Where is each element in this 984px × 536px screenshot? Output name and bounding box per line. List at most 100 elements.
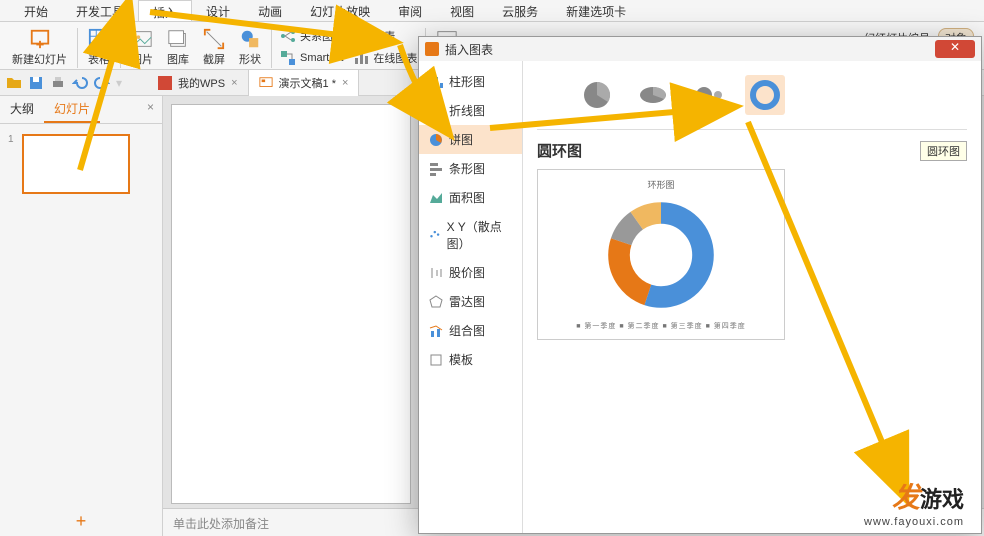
- area-chart-icon: [429, 191, 443, 205]
- donut-legend: ■ 第一季度 ■ 第二季度 ■ 第三季度 ■ 第四季度: [576, 321, 746, 331]
- column-chart-icon: [429, 75, 443, 89]
- cat-bar[interactable]: 条形图: [419, 154, 522, 183]
- relations-label: 关系图: [300, 28, 333, 44]
- dialog-titlebar[interactable]: 插入图表 ✕: [419, 37, 981, 61]
- slide-thumb-1[interactable]: 1: [8, 134, 154, 194]
- menu-review[interactable]: 审阅: [384, 0, 436, 21]
- gallery-label: 图库: [167, 51, 189, 67]
- menu-animation[interactable]: 动画: [244, 0, 296, 21]
- slide-number: 1: [8, 134, 16, 194]
- chart-button[interactable]: 图表: [349, 26, 421, 46]
- cat-template[interactable]: 模板: [419, 345, 522, 374]
- watermark-logo: 发游戏: [864, 476, 964, 516]
- menu-cloud[interactable]: 云服务: [488, 0, 552, 21]
- dialog-app-icon: [425, 42, 439, 56]
- slide-thumbnails: 1: [0, 124, 162, 506]
- scatter-chart-icon: [429, 228, 441, 242]
- cat-scatter[interactable]: X Y（散点图）: [419, 212, 522, 258]
- online-chart-icon: [353, 50, 369, 66]
- tab-outline[interactable]: 大纲: [0, 96, 44, 123]
- subtype-pie-3d[interactable]: [633, 75, 673, 115]
- stock-chart-icon: [429, 266, 443, 280]
- pie-subtype-row: [537, 71, 967, 125]
- slide-panel-tabs: 大纲 幻灯片 ×: [0, 96, 162, 124]
- chart-category-list: 柱形图 折线图 饼图 条形图 面积图 X Y（散点图） 股价图 雷达图 组合图 …: [419, 61, 523, 533]
- smartart-icon: [280, 50, 296, 66]
- cat-radar[interactable]: 雷达图: [419, 287, 522, 316]
- wps-icon: [158, 76, 172, 90]
- preview-heading: 圆环图 圆环图: [537, 138, 967, 169]
- doc-tab-wps[interactable]: 我的WPS ×: [148, 70, 249, 96]
- chart-label: 图表: [373, 28, 395, 44]
- screenshot-button[interactable]: 截屏: [197, 26, 231, 69]
- dialog-title-text: 插入图表: [445, 41, 493, 58]
- smartart-button[interactable]: SmartArt: [276, 48, 347, 68]
- shapes-icon: [239, 28, 261, 50]
- combo-chart-icon: [429, 324, 443, 338]
- menu-insert[interactable]: 插入: [138, 0, 192, 21]
- redo-icon[interactable]: [94, 75, 110, 91]
- close-icon[interactable]: ×: [342, 77, 348, 89]
- subtype-tooltip: 圆环图: [920, 141, 967, 161]
- menu-start[interactable]: 开始: [10, 0, 62, 21]
- gallery-button[interactable]: 图库: [161, 26, 195, 69]
- subtype-pie-of-pie[interactable]: [689, 75, 729, 115]
- close-icon[interactable]: ×: [231, 77, 237, 89]
- cat-line[interactable]: 折线图: [419, 96, 522, 125]
- open-icon[interactable]: [6, 75, 22, 91]
- pie-chart-icon: [429, 133, 443, 147]
- menu-newtab[interactable]: 新建选项卡: [552, 0, 640, 21]
- chart-icon: [353, 28, 369, 44]
- slide-panel: 大纲 幻灯片 × 1 +: [0, 96, 163, 536]
- subtype-pie[interactable]: [577, 75, 617, 115]
- cat-stock[interactable]: 股价图: [419, 258, 522, 287]
- doc-tab-current[interactable]: 演示文稿1 * ×: [249, 70, 360, 96]
- cat-column[interactable]: 柱形图: [419, 67, 522, 96]
- top-menubar: 开始 开发工具 插入 设计 动画 幻灯片放映 审阅 视图 云服务 新建选项卡: [0, 0, 984, 22]
- menu-slideshow[interactable]: 幻灯片放映: [296, 0, 384, 21]
- line-chart-icon: [429, 104, 443, 118]
- add-slide-button[interactable]: +: [0, 506, 162, 536]
- new-slide-button[interactable]: 新建幻灯片: [6, 26, 73, 69]
- new-slide-icon: [29, 28, 51, 50]
- pres-icon: [259, 76, 273, 90]
- table-label: 表格: [88, 51, 110, 67]
- subtype-donut[interactable]: [745, 75, 785, 115]
- online-chart-label: 在线图表: [373, 50, 417, 66]
- site-watermark: 发游戏 www.fayouxi.com: [864, 476, 964, 528]
- chart-preview: 环形图 ■ 第一季度 ■ 第二季度 ■ 第三季度 ■ 第四季度: [537, 169, 785, 340]
- online-chart-button[interactable]: 在线图表: [349, 48, 421, 68]
- current-slide[interactable]: [171, 104, 411, 504]
- panel-close-icon[interactable]: ×: [139, 96, 162, 123]
- insert-chart-dialog: 插入图表 ✕ 柱形图 折线图 饼图 条形图 面积图 X Y（散点图） 股价图 雷…: [418, 36, 982, 534]
- radar-chart-icon: [429, 295, 443, 309]
- image-button[interactable]: 图片: [125, 26, 159, 69]
- chart-subtype-panel: 圆环图 圆环图 环形图 ■ 第一季度 ■ 第二季度: [523, 61, 981, 533]
- cat-area[interactable]: 面积图: [419, 183, 522, 212]
- cat-pie[interactable]: 饼图: [419, 125, 522, 154]
- menu-devtools[interactable]: 开发工具: [62, 0, 138, 21]
- screenshot-icon: [203, 28, 225, 50]
- print-icon[interactable]: [50, 75, 66, 91]
- tab-slides[interactable]: 幻灯片: [44, 96, 100, 123]
- save-icon[interactable]: [28, 75, 44, 91]
- menu-design[interactable]: 设计: [192, 0, 244, 21]
- donut-title: 环形图: [647, 178, 674, 191]
- watermark-url: www.fayouxi.com: [864, 516, 964, 528]
- undo-icon[interactable]: [72, 75, 88, 91]
- relations-icon: [280, 28, 296, 44]
- preview-title-text: 圆环图: [537, 140, 582, 161]
- screenshot-label: 截屏: [203, 51, 225, 67]
- smartart-label: SmartArt: [300, 52, 343, 64]
- gallery-icon: [167, 28, 189, 50]
- document-tabs: 我的WPS × 演示文稿1 * ×: [148, 70, 359, 96]
- dialog-close-button[interactable]: ✕: [935, 40, 975, 58]
- doc-tab-current-label: 演示文稿1 *: [279, 75, 336, 91]
- table-button[interactable]: 表格: [82, 26, 116, 69]
- relations-button[interactable]: 关系图: [276, 26, 347, 46]
- menu-view[interactable]: 视图: [436, 0, 488, 21]
- shapes-button[interactable]: 形状: [233, 26, 267, 69]
- bar-chart-icon: [429, 162, 443, 176]
- cat-combo[interactable]: 组合图: [419, 316, 522, 345]
- template-icon: [429, 353, 443, 367]
